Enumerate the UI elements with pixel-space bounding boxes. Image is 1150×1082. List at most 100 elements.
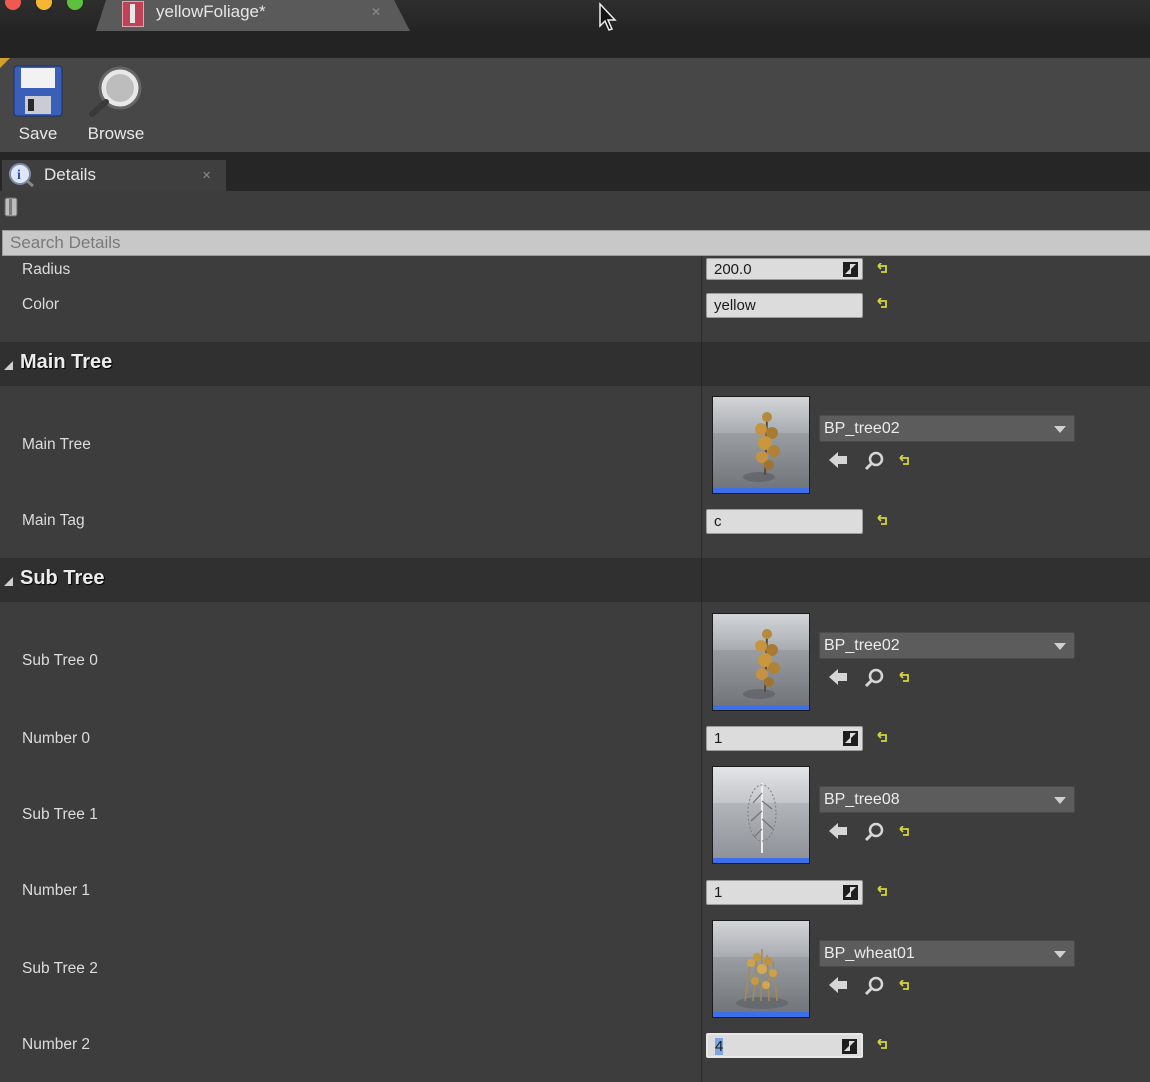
collapse-arrow-icon [4,577,13,586]
property-row-sub-tree-2: Sub Tree 2 [0,918,1150,1026]
use-selected-arrow-icon[interactable] [828,822,848,844]
color-value: yellow [714,297,756,314]
wheat-preview-icon [736,948,788,1009]
radius-value: 200.0 [714,261,752,278]
category-title: Sub Tree [20,567,105,589]
color-field[interactable]: yellow [706,293,863,318]
reset-to-default-icon[interactable] [876,515,888,527]
property-label: Number 0 [22,730,91,747]
reset-to-default-icon[interactable] [876,263,888,275]
sub-tree-2-asset-dropdown[interactable]: BP_wheat01 [819,940,1075,967]
blueprint-doc-icon [122,1,144,27]
property-row-color: Color [0,287,1150,342]
search-details-input[interactable] [2,230,1150,256]
details-tab[interactable]: i Details ✕ [2,160,226,191]
document-tab-title: yellowFoliage* [156,2,266,21]
reset-to-default-icon[interactable] [876,298,888,310]
radius-field[interactable]: 200.0 [706,258,863,280]
spin-arrows-icon[interactable] [843,262,858,277]
tree-preview-icon [747,783,777,853]
number-2-field[interactable]: 4 [706,1033,863,1058]
property-row-main-tag: Main Tag [0,502,1150,558]
asset-name: BP_tree02 [824,420,900,437]
chevron-down-icon [1054,951,1066,958]
property-label: Number 1 [22,882,91,899]
property-label: Radius [22,261,71,278]
close-tab-icon[interactable]: ✕ [371,5,381,19]
chevron-down-icon [1054,797,1066,804]
property-label: Sub Tree 0 [22,652,98,669]
reset-to-default-icon[interactable] [876,732,888,744]
reset-to-default-icon[interactable] [876,886,888,898]
browse-asset-icon[interactable] [864,668,884,692]
reset-to-default-icon[interactable] [876,1039,888,1051]
save-icon [13,65,63,117]
svg-text:i: i [17,168,21,183]
toolbar-corner-marker [0,58,10,68]
browse-button-label: Browse [87,124,145,143]
reset-to-default-icon[interactable] [898,454,910,471]
number-0-field[interactable]: 1 [706,726,863,751]
toolbar: Save Browse [0,58,1150,152]
spin-arrows-icon[interactable] [843,731,858,746]
asset-link-icon[interactable] [4,197,18,217]
property-label: Main Tree [22,436,91,453]
property-grid: Radius 200.0 Color yellow Main Tree Main… [0,256,1150,1082]
save-button[interactable]: Save [12,64,64,144]
property-row-sub-tree-1: Sub Tree 1 [0,764,1150,872]
sub-tree-1-asset-dropdown[interactable]: BP_tree08 [819,786,1075,813]
save-button-label: Save [18,124,58,143]
use-selected-arrow-icon[interactable] [828,976,848,998]
asset-thumbnail[interactable] [712,396,810,494]
asset-thumbnail[interactable] [712,766,810,864]
minimize-window-button[interactable] [36,0,52,10]
main-tree-asset-dropdown[interactable]: BP_tree02 [819,415,1075,442]
maximize-window-button[interactable] [67,0,83,10]
main-tag-field[interactable]: c [706,509,863,534]
details-tab-label: Details [44,165,96,184]
property-row-radius: Radius [0,256,1150,287]
panel-tab-strip: i Details ✕ [0,152,1150,191]
asset-thumbnail[interactable] [712,613,810,711]
close-tab-icon[interactable]: ✕ [202,169,211,182]
use-selected-arrow-icon[interactable] [828,668,848,690]
property-label: Sub Tree 1 [22,806,98,823]
property-row-number-1: Number 1 [0,872,1150,918]
mouse-cursor-icon [599,2,617,31]
reset-to-default-icon[interactable] [898,979,910,996]
number-1-value: 1 [714,884,723,901]
asset-color-bar [713,488,809,493]
document-tab[interactable]: yellowFoliage* ✕ [96,0,410,31]
spin-arrows-icon[interactable] [842,1039,857,1054]
number-1-field[interactable]: 1 [706,880,863,905]
browse-button[interactable]: Browse [84,64,148,144]
reset-to-default-icon[interactable] [898,825,910,842]
asset-name: BP_tree08 [824,791,900,808]
close-window-button[interactable] [5,0,21,10]
details-icon: i [9,163,34,187]
property-row-main-tree: Main Tree [0,386,1150,502]
spin-arrows-icon[interactable] [843,885,858,900]
category-sub-tree[interactable]: Sub Tree [0,558,1150,602]
tree-preview-icon [743,412,780,482]
title-band [0,33,1150,58]
title-bar: yellowFoliage* ✕ [0,0,1150,33]
asset-color-bar [713,858,809,863]
number-2-value: 4 [715,1038,724,1055]
main-tag-value: c [714,513,722,530]
asset-name: BP_wheat01 [824,945,915,962]
sub-tree-0-asset-dropdown[interactable]: BP_tree02 [819,632,1075,659]
magnifier-icon [89,66,142,117]
asset-thumbnail[interactable] [712,920,810,1018]
tree-preview-icon [743,629,780,699]
browse-asset-icon[interactable] [864,976,884,1000]
asset-name: BP_tree02 [824,637,900,654]
category-main-tree[interactable]: Main Tree [0,342,1150,386]
property-label: Number 2 [22,1036,91,1053]
browse-asset-icon[interactable] [864,822,884,846]
category-title: Main Tree [20,351,113,373]
browse-asset-icon[interactable] [864,451,884,475]
chevron-down-icon [1054,426,1066,433]
use-selected-arrow-icon[interactable] [828,451,848,473]
reset-to-default-icon[interactable] [898,671,910,688]
